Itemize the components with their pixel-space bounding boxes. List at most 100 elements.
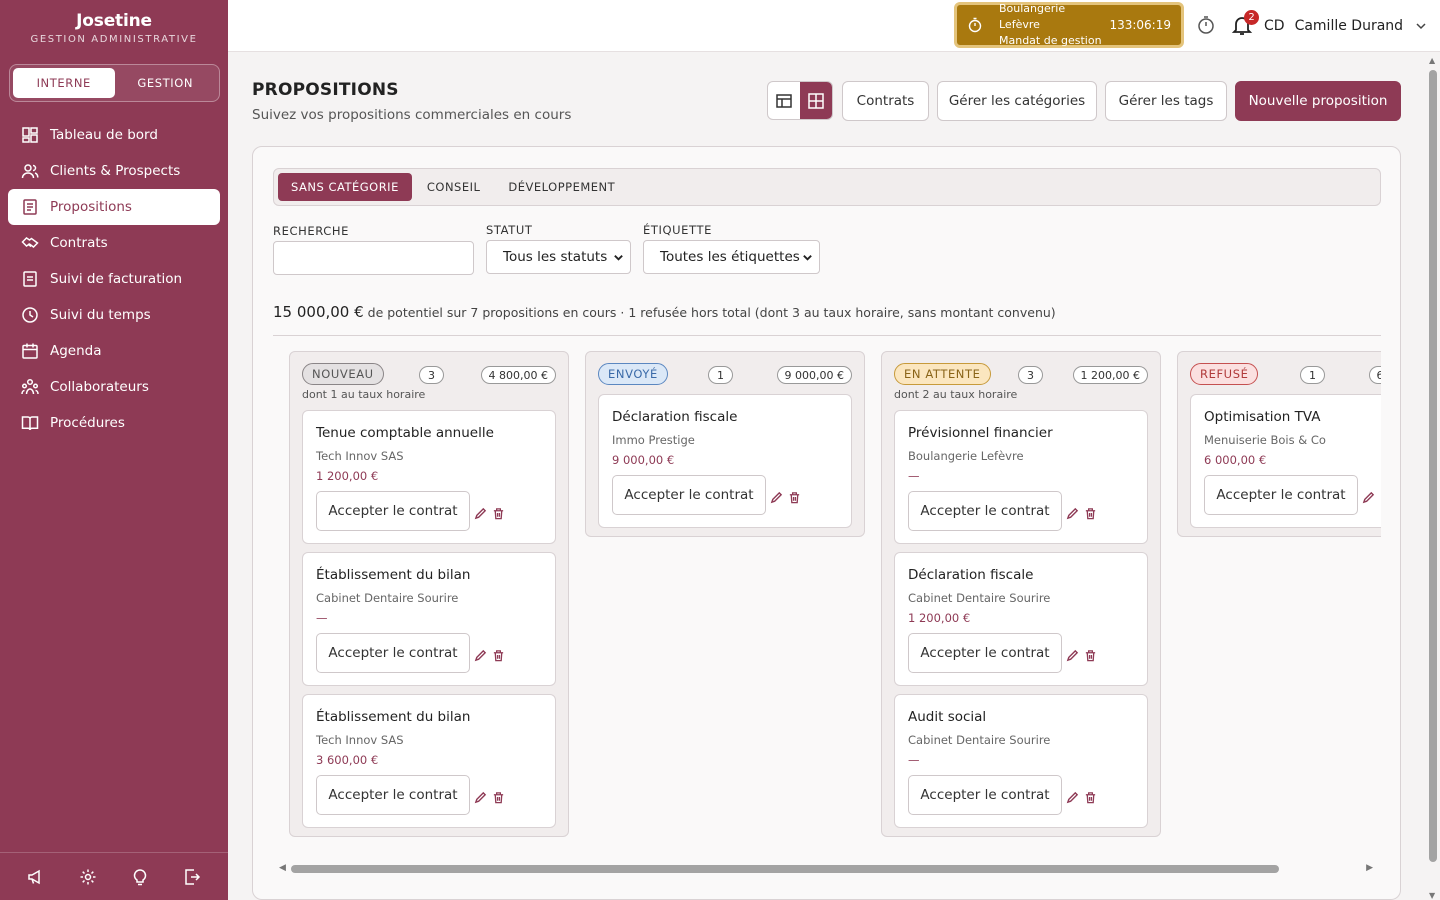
status-badge: NOUVEAU: [302, 363, 384, 385]
clock-icon: [20, 305, 40, 325]
card-amount: —: [316, 611, 328, 625]
scroll-right-icon[interactable]: ▶: [1366, 863, 1373, 873]
active-timer[interactable]: Boulangerie Lefèvre Mandat de gestion 13…: [954, 2, 1184, 48]
column-header: ENVOYÉ 1 9 000,00 €: [586, 360, 864, 386]
card-title: Déclaration fiscale: [612, 409, 738, 425]
tab-developpement[interactable]: DÉVELOPPEMENT: [495, 173, 628, 201]
sidebar-item-facturation[interactable]: Suivi de facturation: [8, 261, 220, 297]
scrollbar-thumb[interactable]: [291, 865, 1279, 873]
scrollbar-thumb[interactable]: [1429, 70, 1437, 862]
status-select[interactable]: Tous les statuts: [486, 240, 631, 274]
pencil-icon[interactable]: [1361, 490, 1375, 504]
sidebar-item-contrats[interactable]: Contrats: [8, 225, 220, 261]
sidebar-item-label: Propositions: [50, 199, 132, 215]
sidebar-item-label: Procédures: [50, 415, 125, 431]
proposal-card[interactable]: Déclaration fiscale Cabinet Dentaire Sour…: [894, 552, 1148, 686]
book-icon: [20, 413, 40, 433]
proposal-card[interactable]: Prévisionnel financier Boulangerie Lefèvr…: [894, 410, 1148, 544]
kanban-board: NOUVEAU 3 4 800,00 € dont 1 au taux horaire…: [273, 351, 1381, 861]
tag-select-value: Toutes les étiquettes: [660, 249, 800, 265]
status-badge: ENVOYÉ: [598, 363, 668, 385]
user-menu[interactable]: CD Camille Durand: [1264, 0, 1427, 52]
proposal-card[interactable]: Audit social Cabinet Dentaire Sourire — Acc…: [894, 694, 1148, 828]
accept-contract-button[interactable]: Accepter le contrat: [612, 475, 766, 515]
card-title: Établissement du bilan: [316, 709, 471, 725]
tab-sans-categorie[interactable]: SANS CATÉGORIE: [278, 173, 412, 201]
sidebar-item-agenda[interactable]: Agenda: [8, 333, 220, 369]
horizontal-scrollbar[interactable]: ◀ ▶: [279, 863, 1373, 875]
trash-icon[interactable]: [1083, 790, 1097, 804]
sidebar-item-propositions[interactable]: Propositions: [8, 189, 220, 225]
proposal-card[interactable]: Tenue comptable annuelle Tech Innov SAS 1 …: [302, 410, 556, 544]
kanban-column: NOUVEAU 3 4 800,00 € dont 1 au taux horaire…: [289, 351, 569, 837]
accept-contract-button[interactable]: Accepter le contrat: [316, 775, 470, 815]
logout-icon[interactable]: [182, 867, 202, 887]
sidebar-item-label: Tableau de bord: [50, 127, 158, 143]
trash-icon[interactable]: [1379, 490, 1381, 504]
sidebar-item-procedures[interactable]: Procédures: [8, 405, 220, 441]
accept-contract-button[interactable]: Accepter le contrat: [1204, 475, 1358, 515]
card-amount: 9 000,00 €: [612, 453, 675, 467]
pencil-icon[interactable]: [1065, 506, 1079, 520]
kanban-view-button[interactable]: [800, 82, 832, 119]
trash-icon[interactable]: [491, 790, 505, 804]
table-view-button[interactable]: [768, 82, 800, 119]
pencil-icon[interactable]: [769, 490, 783, 504]
sidebar-item-clients[interactable]: Clients & Prospects: [8, 153, 220, 189]
pencil-icon[interactable]: [473, 790, 487, 804]
vertical-scrollbar[interactable]: ▲ ▼: [1428, 56, 1438, 900]
trash-icon[interactable]: [491, 648, 505, 662]
accept-contract-button[interactable]: Accepter le contrat: [908, 633, 1062, 673]
new-proposal-button[interactable]: Nouvelle proposition: [1235, 81, 1401, 121]
status-badge: REFUSÉ: [1190, 363, 1259, 385]
avatar: CD: [1264, 18, 1285, 34]
card-title: Optimisation TVA: [1204, 409, 1321, 425]
scroll-down-icon[interactable]: ▼: [1429, 891, 1435, 900]
sidebar-item-collaborateurs[interactable]: Collaborateurs: [8, 369, 220, 405]
accept-contract-button[interactable]: Accepter le contrat: [908, 775, 1062, 815]
pencil-icon[interactable]: [1065, 790, 1079, 804]
mode-interne-button[interactable]: INTERNE: [13, 68, 115, 98]
tag-select[interactable]: Toutes les étiquettes: [643, 240, 820, 274]
tag-label: ÉTIQUETTE: [643, 223, 712, 237]
pencil-icon[interactable]: [473, 506, 487, 520]
stopwatch-icon[interactable]: [1196, 15, 1216, 35]
contracts-button[interactable]: Contrats: [842, 81, 929, 121]
trash-icon[interactable]: [1083, 648, 1097, 662]
view-toggle: [767, 81, 833, 120]
scroll-left-icon[interactable]: ◀: [279, 863, 286, 873]
card-title: Tenue comptable annuelle: [316, 425, 494, 441]
sidebar: Josetine GESTION ADMINISTRATIVE INTERNE …: [0, 0, 228, 900]
dashboard-icon: [20, 125, 40, 145]
gear-icon[interactable]: [78, 867, 98, 887]
proposal-card[interactable]: Optimisation TVA Menuiserie Bois & Co 6 00…: [1190, 394, 1381, 528]
sidebar-item-temps[interactable]: Suivi du temps: [8, 297, 220, 333]
card-amount: —: [908, 469, 920, 483]
megaphone-icon[interactable]: [26, 867, 46, 887]
card-client: Cabinet Dentaire Sourire: [316, 591, 459, 605]
proposal-card[interactable]: Établissement du bilan Tech Innov SAS 3 60…: [302, 694, 556, 828]
proposal-card[interactable]: Déclaration fiscale Immo Prestige 9 000,00…: [598, 394, 852, 528]
trash-icon[interactable]: [1083, 506, 1097, 520]
scroll-up-icon[interactable]: ▲: [1429, 56, 1435, 65]
stopwatch-icon: [967, 17, 985, 33]
accept-contract-button[interactable]: Accepter le contrat: [316, 491, 470, 531]
kanban-column: REFUSÉ 1 6 000,00 € Optimisation TVA Menuise…: [1177, 351, 1381, 537]
mode-gestion-button[interactable]: GESTION: [115, 68, 217, 98]
accept-contract-button[interactable]: Accepter le contrat: [316, 633, 470, 673]
sidebar-item-label: Clients & Prospects: [50, 163, 181, 179]
accept-contract-button[interactable]: Accepter le contrat: [908, 491, 1062, 531]
search-input[interactable]: [273, 241, 474, 275]
manage-categories-button[interactable]: Gérer les catégories: [937, 81, 1097, 121]
timer-time: 133:06:19: [1109, 18, 1171, 32]
sidebar-item-dashboard[interactable]: Tableau de bord: [8, 117, 220, 153]
trash-icon[interactable]: [787, 490, 801, 504]
column-total: 1 200,00 €: [1072, 366, 1148, 384]
pencil-icon[interactable]: [1065, 648, 1079, 662]
tab-conseil[interactable]: CONSEIL: [414, 173, 494, 201]
trash-icon[interactable]: [491, 506, 505, 520]
manage-tags-button[interactable]: Gérer les tags: [1105, 81, 1227, 121]
pencil-icon[interactable]: [473, 648, 487, 662]
proposal-card[interactable]: Établissement du bilan Cabinet Dentaire S…: [302, 552, 556, 686]
lightbulb-icon[interactable]: [130, 867, 150, 887]
